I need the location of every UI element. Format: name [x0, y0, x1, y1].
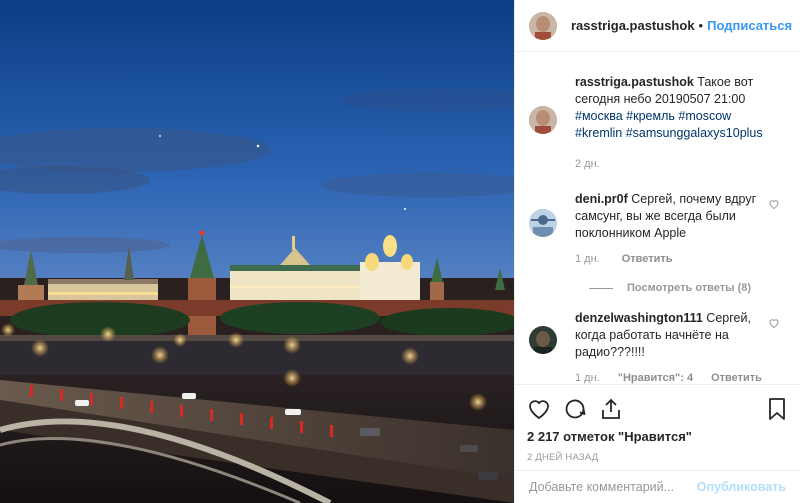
post-photo[interactable] — [0, 0, 514, 503]
heart-icon[interactable] — [527, 397, 551, 421]
post-timestamp: 2 ДНЕЙ НАЗАД — [527, 452, 599, 463]
caption: rasstriga.pastushok Такое вот сегодня не… — [529, 74, 786, 173]
reply-button[interactable]: Ответить — [711, 370, 762, 384]
avatar[interactable] — [529, 106, 557, 134]
kremlin-night-photo — [0, 0, 514, 503]
hashtag[interactable]: #кремль — [626, 109, 675, 123]
view-replies-label: Посмотреть ответы (8) — [627, 282, 752, 294]
comment-item: deni.pr0f Сергей, почему вдруг самсунг, … — [529, 191, 786, 268]
hashtag[interactable]: #samsunggalaxys10plus — [626, 126, 763, 140]
comment-username[interactable]: deni.pr0f — [575, 192, 628, 206]
comment-item: denzelwashington111 Сергей, когда работа… — [529, 310, 786, 384]
instagram-post: rasstriga.pastushok • Подписаться rasstr… — [0, 0, 800, 503]
share-icon[interactable] — [599, 397, 623, 421]
comments-list[interactable]: rasstriga.pastushok Такое вот сегодня не… — [515, 52, 800, 384]
comment-like-icon[interactable] — [768, 316, 780, 329]
comment-like-icon[interactable] — [768, 197, 780, 210]
hashtag[interactable]: #kremlin — [575, 126, 622, 140]
add-comment-bar: Добавьте комментарий... Опубликовать — [515, 470, 800, 503]
hashtag[interactable]: #москва — [575, 109, 623, 123]
caption-username[interactable]: rasstriga.pastushok — [575, 75, 694, 89]
comment-age: 1 дн. — [575, 253, 600, 265]
comment-meta: 1 дн. Ответить — [575, 251, 771, 268]
view-replies[interactable]: Посмотреть ответы (8) — [589, 282, 786, 294]
comment-age: 1 дн. — [575, 372, 600, 384]
bookmark-icon[interactable] — [766, 397, 788, 421]
caption-body: rasstriga.pastushok Такое вот сегодня не… — [575, 74, 771, 173]
post-header: rasstriga.pastushok • Подписаться — [515, 0, 800, 52]
avatar[interactable] — [529, 209, 557, 237]
comment-username[interactable]: denzelwashington111 — [575, 311, 703, 325]
reply-button[interactable]: Ответить — [622, 251, 673, 268]
post-sidebar: rasstriga.pastushok • Подписаться rasstr… — [514, 0, 800, 503]
separator-dot: • — [698, 18, 704, 33]
caption-age: 2 дн. — [575, 158, 600, 170]
caption-meta: 2 дн. — [575, 156, 771, 173]
comment-icon[interactable] — [563, 397, 587, 421]
post-actions: 2 217 отметок "Нравится" 2 ДНЕЙ НАЗАД — [515, 384, 800, 463]
avatar[interactable] — [529, 11, 557, 40]
avatar[interactable] — [529, 326, 557, 354]
action-icons — [527, 391, 788, 427]
header-username[interactable]: rasstriga.pastushok — [571, 18, 695, 33]
view-replies-line — [589, 287, 613, 289]
publish-button[interactable]: Опубликовать — [697, 480, 786, 494]
likes-count[interactable]: 2 217 отметок "Нравится" — [527, 429, 788, 444]
comment-body: deni.pr0f Сергей, почему вдруг самсунг, … — [575, 191, 771, 268]
comment-input[interactable]: Добавьте комментарий... — [529, 480, 674, 494]
comment-likes-count[interactable]: "Нравится": 4 — [618, 370, 693, 384]
hashtag[interactable]: #moscow — [678, 109, 731, 123]
comment-body: denzelwashington111 Сергей, когда работа… — [575, 310, 771, 384]
follow-button[interactable]: Подписаться — [707, 18, 792, 33]
comment-meta: 1 дн. "Нравится": 4 Ответить — [575, 370, 771, 384]
